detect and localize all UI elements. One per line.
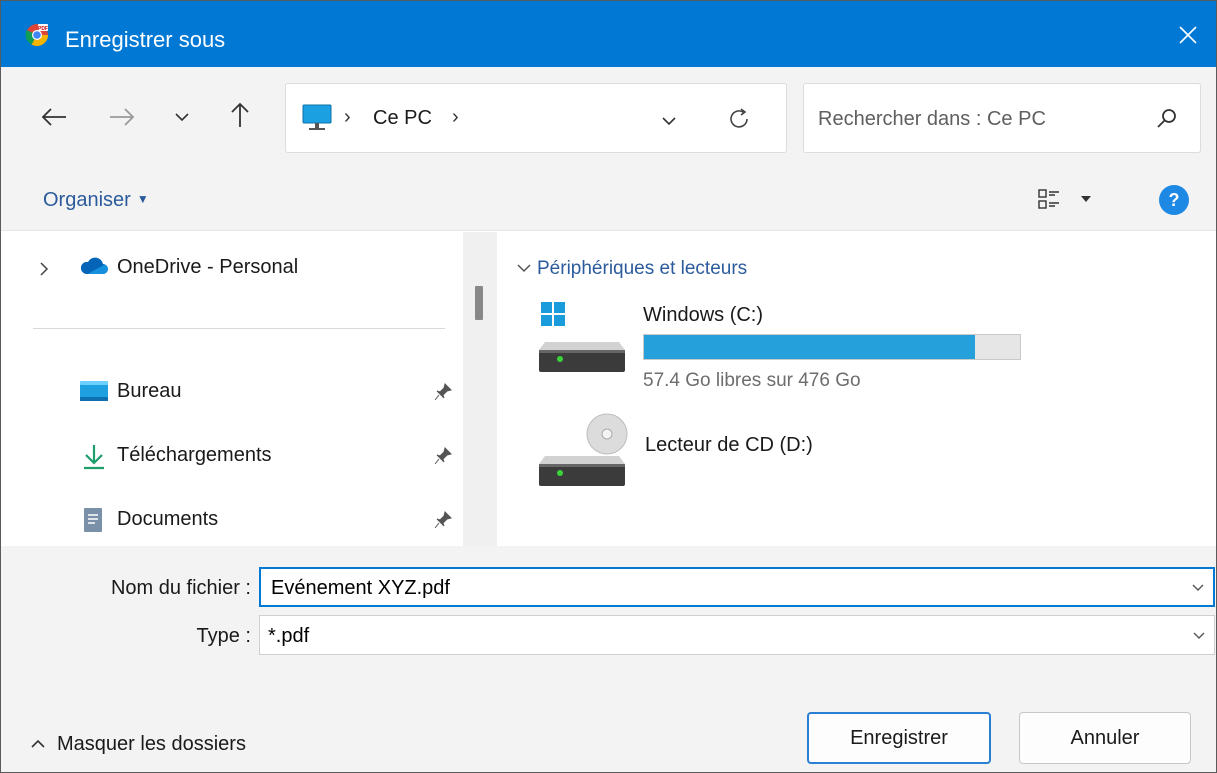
cloud-icon <box>80 257 108 274</box>
close-button[interactable] <box>1168 15 1208 55</box>
refresh-button[interactable] <box>722 102 756 136</box>
hide-folders-button[interactable]: Masquer les dossiers <box>31 733 246 756</box>
drive-free-space: 57.4 Go libres sur 476 Go <box>643 370 861 391</box>
recent-locations-button[interactable] <box>165 100 199 134</box>
arrow-left-icon <box>41 108 66 126</box>
group-header-devices[interactable]: Périphériques et lecteurs <box>517 258 747 280</box>
command-bar: Organiser ▼ ? <box>1 167 1216 231</box>
drive-usage-fill <box>644 335 975 359</box>
breadcrumb-separator: › <box>344 106 351 128</box>
search-box <box>803 83 1201 153</box>
drive-usage-bar <box>643 334 1021 360</box>
back-button[interactable] <box>37 100 71 134</box>
window-title: Enregistrer sous <box>65 27 226 52</box>
change-view-button[interactable] <box>1037 183 1107 215</box>
svg-text:PDF: PDF <box>38 26 48 32</box>
drive-name: Windows (C:) <box>643 304 764 326</box>
chevron-up-icon <box>31 739 45 748</box>
chevron-down-icon[interactable] <box>1191 577 1205 597</box>
file-type-value: *.pdf <box>268 625 310 647</box>
organise-menu-button[interactable]: Organiser ▼ <box>43 189 149 212</box>
file-list-pane: Périphériques et lecteurs Windows (C:) 5… <box>497 232 1216 546</box>
drive-item-d[interactable]: Lecteur de CD (D:) <box>537 412 1037 492</box>
help-icon: ? <box>1168 189 1180 210</box>
nav-item-telechargements[interactable]: Téléchargements <box>1 430 463 482</box>
nav-item-documents[interactable]: Documents <box>1 494 463 546</box>
hide-folders-label: Masquer les dossiers <box>57 733 246 755</box>
nav-item-bureau[interactable]: Bureau <box>1 366 463 418</box>
address-row: › Ce PC › <box>1 67 1216 167</box>
chevron-right-icon[interactable] <box>39 262 49 276</box>
navigation-pane: OneDrive - Personal Bureau Téléchargemen… <box>1 232 463 546</box>
view-options-icon <box>1038 189 1059 209</box>
chrome-pdf-app-icon: PDF <box>25 24 48 46</box>
drive-item-c[interactable]: Windows (C:) 57.4 Go libres sur 476 Go <box>537 298 1037 408</box>
chevron-down-icon <box>175 113 189 122</box>
up-button[interactable] <box>223 98 257 132</box>
drive-name: Lecteur de CD (D:) <box>645 434 813 456</box>
nav-item-label: Bureau <box>117 380 182 402</box>
nav-item-onedrive[interactable]: OneDrive - Personal <box>1 242 463 294</box>
nav-item-label: Téléchargements <box>117 444 272 466</box>
type-label: Type : <box>196 625 251 647</box>
search-input[interactable] <box>818 102 1138 136</box>
address-history-dropdown[interactable] <box>654 106 684 136</box>
refresh-icon <box>730 108 748 128</box>
title-bar: PDF Enregistrer sous <box>1 1 1216 67</box>
monitor-icon <box>302 104 332 130</box>
download-icon <box>84 445 104 470</box>
breadcrumb-this-pc[interactable]: Ce PC <box>373 107 432 130</box>
save-as-dialog: PDF Enregistrer sous › Ce PC › Recherche… <box>0 0 1217 773</box>
filename-combobox[interactable]: Evénement XYZ.pdf <box>259 567 1215 607</box>
scrollbar-thumb[interactable] <box>475 286 483 320</box>
chevron-down-icon[interactable] <box>1192 625 1206 645</box>
document-icon <box>84 508 102 532</box>
filename-input[interactable]: Evénement XYZ.pdf <box>271 577 450 600</box>
windows-drive-icon <box>539 302 625 372</box>
caret-down-icon: ▼ <box>136 192 149 206</box>
chevron-down-icon <box>662 117 676 126</box>
address-bar[interactable]: › Ce PC › <box>285 83 787 153</box>
group-header-label: Périphériques et lecteurs <box>537 258 748 279</box>
close-icon <box>1179 26 1197 44</box>
pin-icon[interactable] <box>433 382 453 402</box>
nav-divider <box>33 328 445 329</box>
help-button[interactable]: ? <box>1159 185 1189 215</box>
save-button[interactable]: Enregistrer <box>807 712 991 764</box>
pin-icon[interactable] <box>433 510 453 530</box>
pin-icon[interactable] <box>433 446 453 466</box>
file-type-select[interactable]: *.pdf <box>259 615 1215 655</box>
filename-label: Nom du fichier : <box>110 577 251 599</box>
desktop-folder-icon <box>80 381 108 401</box>
nav-item-label: Documents <box>117 508 219 530</box>
nav-item-label: OneDrive - Personal <box>117 256 299 278</box>
forward-button[interactable] <box>105 100 139 134</box>
save-options-panel: Nom du fichier : Evénement XYZ.pdf Type … <box>1 546 1216 772</box>
arrow-right-icon <box>110 108 135 126</box>
search-icon[interactable] <box>1154 106 1180 132</box>
chevron-down-icon <box>517 264 531 273</box>
breadcrumb-separator[interactable]: › <box>452 106 459 129</box>
cd-drive-icon <box>539 413 628 486</box>
organise-label: Organiser <box>43 189 131 211</box>
caret-down-icon <box>1081 196 1091 202</box>
nav-pane-scrollbar[interactable] <box>463 232 497 546</box>
cancel-button[interactable]: Annuler <box>1019 712 1191 764</box>
arrow-up-icon <box>231 102 249 127</box>
